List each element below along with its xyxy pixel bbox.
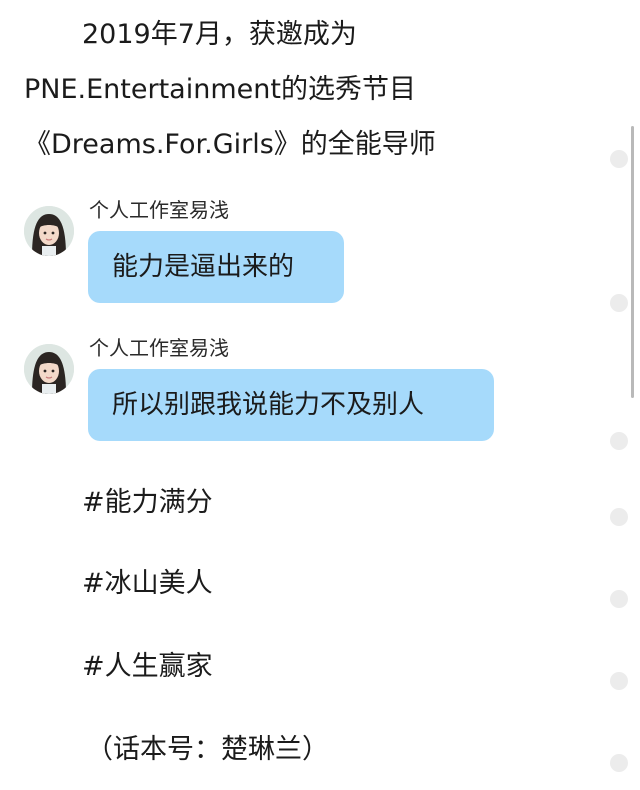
intro-line-1: 2019年7月，获邀成为 xyxy=(82,19,357,50)
girl-avatar-icon[interactable] xyxy=(24,206,74,256)
side-dot xyxy=(610,150,628,168)
side-dot xyxy=(610,672,628,690)
chat-message: 个人工作室易浅 所以别跟我说能力不及别人 xyxy=(0,334,600,454)
sender-name: 个人工作室易浅 xyxy=(89,336,229,360)
footer-note: （话本号：楚琳兰） xyxy=(86,734,329,765)
intro-line-3: 《Dreams.For.Girls》的全能导师 xyxy=(24,129,436,160)
side-dot xyxy=(610,432,628,450)
sender-name: 个人工作室易浅 xyxy=(89,198,229,222)
chat-message: 个人工作室易浅 能力是逼出来的 xyxy=(0,196,600,316)
hashtag[interactable]: #冰山美人 xyxy=(82,566,213,602)
scrollbar[interactable] xyxy=(631,126,634,398)
hashtag[interactable]: #能力满分 xyxy=(82,485,213,521)
side-dot xyxy=(610,590,628,608)
hashtag[interactable]: #人生赢家 xyxy=(82,649,213,685)
side-dot xyxy=(610,754,628,772)
girl-avatar-icon[interactable] xyxy=(24,344,74,394)
message-bubble[interactable]: 能力是逼出来的 xyxy=(88,231,344,303)
side-dot xyxy=(610,508,628,526)
intro-line-2: PNE.Entertainment的选秀节目 xyxy=(24,74,416,105)
message-bubble[interactable]: 所以别跟我说能力不及别人 xyxy=(88,369,494,441)
side-dot xyxy=(610,294,628,312)
